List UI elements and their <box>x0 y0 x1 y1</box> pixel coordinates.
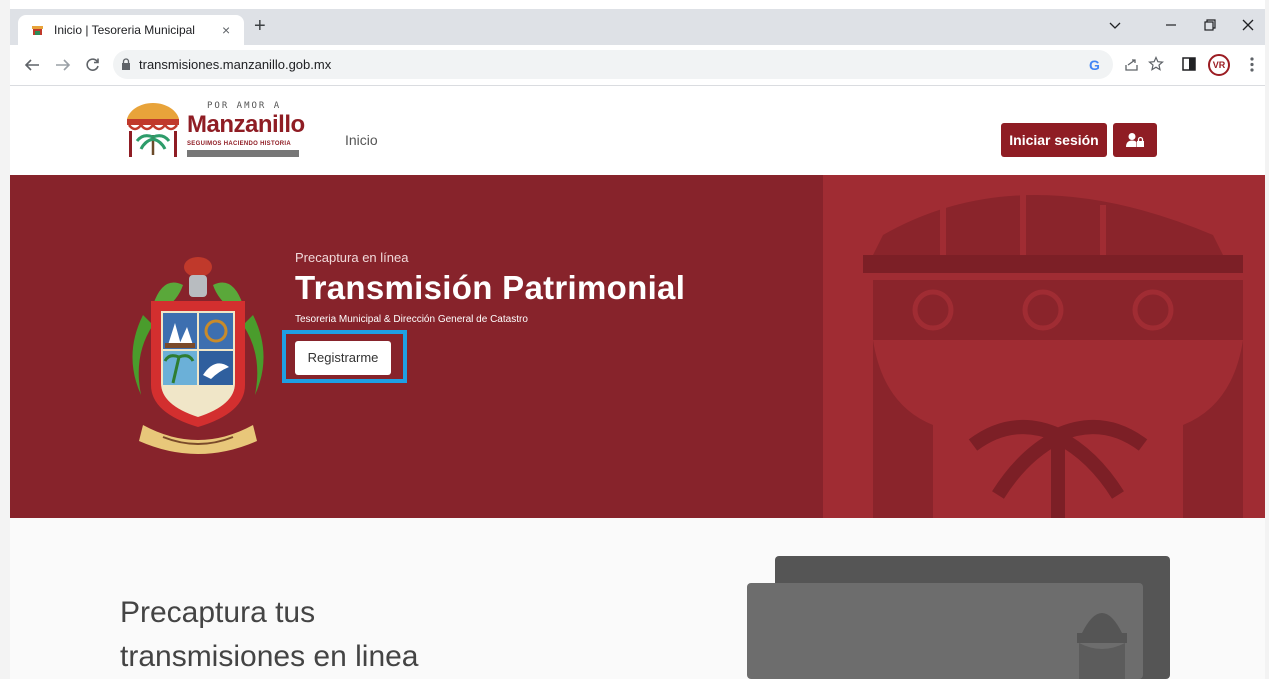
kiosk-emblem-icon <box>127 103 179 157</box>
nav-link-inicio[interactable]: Inicio <box>345 132 378 148</box>
reload-icon[interactable] <box>85 57 100 72</box>
share-icon[interactable] <box>1124 57 1139 72</box>
tab-search-chevron-icon[interactable] <box>1109 20 1121 30</box>
register-user-button[interactable] <box>1113 123 1157 157</box>
kiosk-pattern-icon <box>863 185 1243 518</box>
hero-subtitle: Precaptura en línea <box>295 250 409 265</box>
browser-window: Inicio | Tesoreria Municipal × + transmi… <box>10 9 1265 679</box>
google-translate-icon[interactable]: G <box>1089 56 1100 74</box>
tab-close-icon[interactable]: × <box>222 21 230 39</box>
site-header: POR AMOR A Manzanillo SEGUIMOS HACIENDO … <box>10 86 1265 175</box>
outer-watermark-left <box>0 0 10 679</box>
outer-watermark-right <box>1265 0 1269 679</box>
address-bar[interactable]: transmisiones.manzanillo.gob.mx G <box>113 50 1113 79</box>
section-title-line-1: Precaptura tus <box>120 596 316 629</box>
lock-icon <box>122 58 130 70</box>
user-lock-icon <box>1126 133 1144 147</box>
hero-decorative-panel <box>823 175 1265 518</box>
login-button[interactable]: Iniciar sesión <box>1001 123 1107 157</box>
kiosk-silhouette-icon <box>1077 613 1127 679</box>
lower-section: Precaptura tus transmisiones en linea <box>10 518 1265 679</box>
forward-arrow-icon[interactable] <box>55 58 71 72</box>
site-favicon-icon <box>32 26 43 35</box>
section-title-line-2: transmisiones en linea <box>120 640 419 673</box>
logo-brand-text: Manzanillo <box>187 111 305 138</box>
logo-tagline: SEGUIMOS HACIENDO HISTORIA <box>187 141 292 147</box>
manzanillo-logo[interactable]: POR AMOR A Manzanillo SEGUIMOS HACIENDO … <box>121 97 306 161</box>
browser-toolbar: transmisiones.manzanillo.gob.mx G VR <box>10 45 1265 86</box>
preview-card-front <box>747 583 1143 679</box>
logo-top-text: POR AMOR A <box>207 101 282 111</box>
restore-icon[interactable] <box>1204 19 1216 31</box>
minimize-icon[interactable] <box>1165 20 1177 30</box>
browser-tab[interactable]: Inicio | Tesoreria Municipal × <box>18 15 244 45</box>
logo-gray-bar <box>187 150 299 157</box>
tab-title: Inicio | Tesoreria Municipal <box>54 23 195 37</box>
tab-strip: Inicio | Tesoreria Municipal × + <box>10 9 1265 45</box>
hero-banner: Precaptura en línea Transmisión Patrimon… <box>10 175 1265 518</box>
new-tab-icon[interactable]: + <box>254 16 266 36</box>
section-title: Precaptura tus transmisiones en linea <box>120 591 419 679</box>
hero-organization: Tesoreria Municipal & Dirección General … <box>295 314 528 325</box>
more-options-icon[interactable] <box>1250 57 1254 72</box>
hero-title: Transmisión Patrimonial <box>295 269 686 306</box>
manzanillo-coat-of-arms-icon <box>132 257 264 454</box>
back-arrow-icon[interactable] <box>24 58 40 72</box>
url-text: transmisiones.manzanillo.gob.mx <box>139 57 332 72</box>
bookmark-star-icon[interactable] <box>1148 56 1164 72</box>
register-button[interactable]: Registrarme <box>295 341 391 375</box>
close-window-icon[interactable] <box>1242 19 1254 31</box>
side-panel-icon[interactable] <box>1182 57 1196 71</box>
profile-avatar[interactable]: VR <box>1208 54 1230 76</box>
